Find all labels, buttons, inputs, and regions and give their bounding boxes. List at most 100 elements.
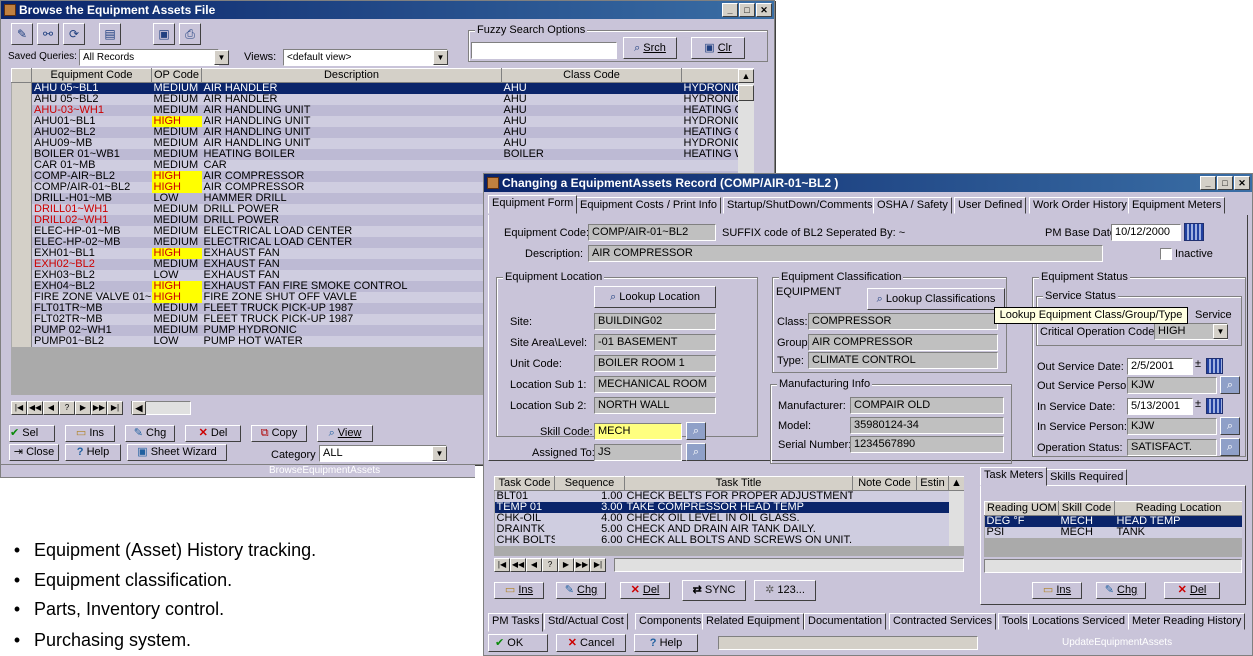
prev-record-button[interactable]: ◀ [526,558,542,572]
cell-row-selector[interactable] [11,314,32,325]
cell-op-code[interactable]: MEDIUM [152,226,202,237]
spinner-icon[interactable]: ± [1195,358,1201,370]
tab-equipment-form[interactable]: Equipment Form [488,195,578,214]
table-row[interactable]: AHU-03~WH1 MEDIUM AIR HANDLING UNIT AHU HEAT… [11,105,754,116]
cell-description[interactable]: AIR HANDLER [201,82,502,94]
col-skill-code[interactable]: Skill Code [1058,501,1115,516]
category-select[interactable]: ALL [319,445,447,462]
next-record-button[interactable]: ▶ [75,401,91,415]
lookup-classifications-button[interactable]: ⌕ Lookup Classifications [867,288,1005,310]
col-op-code[interactable]: OP Code [151,68,202,83]
cell-equipment-code[interactable]: AHU02~BL2 [32,127,152,138]
cell-description[interactable]: CAR [202,160,502,171]
meters-hscrollbar[interactable] [984,559,1242,573]
cell-task-code[interactable]: TEMP 01 [494,502,555,513]
meter-chg-button[interactable]: ✎ Chg [1096,582,1146,599]
task-ins-button[interactable]: ▭ Ins [494,582,544,599]
tab-meter-reading-history[interactable]: Meter Reading History [1128,613,1246,630]
copy-button[interactable]: ⧉ Copy [251,425,307,442]
cell-scrollbar[interactable] [948,502,964,513]
col-description[interactable]: Description [201,68,502,83]
saved-queries-select[interactable]: All Records [79,49,219,66]
cell-row-selector[interactable] [11,160,32,171]
operation-status-field[interactable]: SATISFACT. [1127,439,1217,456]
cell-row-selector[interactable] [11,149,32,160]
table-row[interactable]: TEMP 01 3.00 TAKE COMPRESSOR HEAD TEMP [494,502,964,513]
assigned-to-field[interactable]: JS [594,444,682,461]
cell-equipment-code[interactable]: EXH02~BL2 [32,259,152,270]
cell-row-selector[interactable] [11,336,32,347]
del-button[interactable]: ✕ Del [185,425,241,442]
table-row[interactable]: CHK-OIL 4.00 CHECK OIL LEVEL IN OIL GLASS. [494,513,964,524]
close-window-button[interactable]: ✕ [756,3,772,17]
location-sub1-field[interactable]: MECHANICAL ROOM [594,376,716,393]
ins-button[interactable]: ▭ Ins [65,425,115,442]
maximize-button[interactable]: □ [1217,176,1233,190]
cell-class-code[interactable]: AHU [502,105,682,116]
cell-row-selector[interactable] [11,259,32,270]
out-service-person-field[interactable]: KJW [1127,377,1217,394]
equipment-code-field[interactable]: COMP/AIR-01~BL2 [588,224,716,241]
refresh-icon[interactable]: ⟳ [63,23,85,45]
clr-button[interactable]: ▣ Clr [691,37,745,59]
cell-description[interactable]: ELECTRICAL LOAD CENTER [202,237,502,248]
col-task-title[interactable]: Task Title [624,476,853,491]
calendar-icon[interactable] [1206,398,1223,414]
cell-description[interactable]: EXHAUST FAN FIRE SMOKE CONTROL [202,281,502,292]
cell-row-selector[interactable] [11,226,32,237]
horizontal-scrollbar[interactable]: ◀ [131,401,191,415]
cell-equipment-code[interactable]: AHU 05~BL1 [31,82,152,94]
cell-skill-code[interactable]: MECH [1058,515,1115,527]
cell-op-code[interactable]: LOW [152,193,202,204]
cell-equipment-code[interactable]: FLT01TR~MB [32,303,152,314]
col-reading-location[interactable]: Reading Location [1114,501,1242,516]
cell-scrollbar[interactable] [948,535,964,546]
search-icon[interactable]: ⌕ [1220,438,1240,456]
cell-row-selector[interactable] [11,171,32,182]
cell-estimate[interactable] [917,513,949,524]
cell-op-code[interactable]: MEDIUM [152,149,202,160]
cell-description[interactable]: AIR HANDLING UNIT [202,138,502,149]
first-record-button[interactable]: |◀ [11,401,27,415]
cell-description[interactable]: FLEET TRUCK PICK-UP 1987 [202,314,502,325]
group-field[interactable]: AIR COMPRESSOR [808,334,998,351]
table-row[interactable]: AHU09~MB MEDIUM AIR HANDLING UNIT AHU HYDRON… [11,138,754,149]
cell-class-code[interactable]: AHU [502,138,682,149]
cell-scrollbar[interactable] [948,524,964,535]
cell-task-title[interactable]: CHECK BELTS FOR PROPER ADJUSTMENT [625,491,853,503]
col-reading-uom[interactable]: Reading UOM [984,501,1059,516]
cell-task-title[interactable]: TAKE COMPRESSOR HEAD TEMP [624,502,853,513]
cancel-button[interactable]: ✕ Cancel [556,634,626,652]
cell-sequence[interactable]: 6.00 [555,535,625,546]
cell-estimate[interactable] [917,491,949,503]
scroll-up-icon[interactable]: ▲ [738,69,754,83]
tab-components[interactable]: Components [635,613,706,630]
cell-note-code[interactable] [853,513,917,524]
cell-class-code[interactable]: AHU [502,116,682,127]
cell-row-selector[interactable] [11,281,32,292]
tab-documentation[interactable]: Documentation [804,613,886,630]
cell-description[interactable]: AIR HANDLING UNIT [202,116,502,127]
cell-op-code[interactable]: LOW [152,336,202,347]
cell-row-selector[interactable] [11,105,32,116]
cell-reading-uom[interactable]: PSI [985,527,1059,538]
cell-sequence[interactable]: 3.00 [554,502,625,513]
cell-op-code[interactable]: HIGH [151,182,202,193]
cell-class-code[interactable]: AHU [502,94,682,105]
cell-task-code[interactable]: DRAINTK [495,524,555,535]
cell-row-selector[interactable] [11,138,32,149]
tab-task-meters[interactable]: Task Meters [980,467,1048,486]
goto-record-button[interactable]: ? [542,558,558,572]
cell-op-code[interactable]: MEDIUM [152,303,202,314]
task-meters-grid[interactable]: Reading UOM Skill Code Reading Location … [984,501,1242,557]
out-service-date-field[interactable]: 2/5/2001 [1127,358,1193,375]
prev-record-button[interactable]: ◀ [43,401,59,415]
cell-equipment-code[interactable]: COMP/AIR-01~BL2 [32,182,152,193]
cell-row-selector[interactable] [11,82,32,94]
table-row[interactable]: BLT01 1.00 CHECK BELTS FOR PROPER ADJUSTME… [494,490,964,503]
help-button[interactable]: ? Help [65,444,121,461]
cell-sequence[interactable]: 5.00 [555,524,625,535]
scroll-thumb[interactable] [738,85,754,101]
cell-description[interactable]: HEATING BOILER [202,149,502,160]
cell-description[interactable]: FLEET TRUCK PICK-UP 1987 [202,303,502,314]
